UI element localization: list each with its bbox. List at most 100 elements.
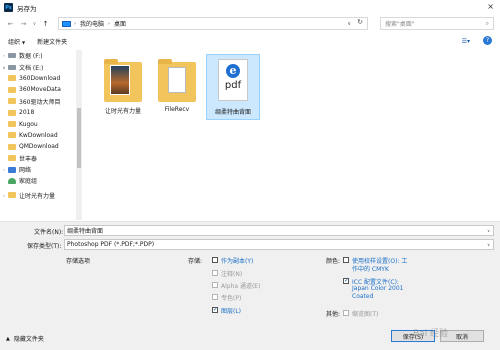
forward-arrow-icon[interactable]: → — [19, 20, 28, 28]
pdf-file-icon: e pdf — [214, 59, 252, 103]
expand-icon[interactable]: › — [0, 53, 8, 58]
close-icon[interactable]: × — [487, 2, 494, 11]
title-bar: Ps 另存为 × — [0, 0, 500, 15]
search-icon: ⌕ — [485, 19, 489, 27]
chevron-down-icon[interactable]: ∨ — [487, 242, 490, 247]
annotations-label: 注释(N) — [221, 271, 243, 278]
chevron-down-icon: ▼ — [22, 40, 26, 45]
expand-icon[interactable]: › — [0, 193, 8, 198]
sidebar-scrollbar[interactable] — [76, 50, 82, 220]
sidebar-item-label: 文档 (E:) — [19, 64, 44, 72]
refresh-icon[interactable]: ↻ — [357, 18, 363, 26]
save-options-heading: 存储选项 — [66, 258, 91, 265]
storage-label: 存储: — [188, 258, 203, 265]
sidebar-item-label: 360MoveData — [19, 86, 61, 94]
organize-menu[interactable]: 组织 ▼ — [8, 37, 25, 46]
scrollbar-thumb[interactable] — [77, 108, 81, 168]
address-dropdown-icon[interactable]: ∨ — [347, 21, 351, 27]
icc-profile-checkbox[interactable] — [343, 277, 349, 284]
sidebar-item-folder[interactable]: KwDownload — [0, 130, 75, 141]
use-proof-setup-checkbox[interactable] — [343, 257, 349, 263]
folder-icon — [8, 143, 16, 150]
filename-input[interactable]: 绸柔特曲背面 ∨ — [64, 225, 494, 236]
search-input[interactable]: 搜索"桌面" ⌕ — [380, 17, 494, 30]
filetype-value: Photoshop PDF (*.PDF;*.PDP) — [67, 241, 155, 248]
thumbnail-label: 缩览图(T) — [352, 311, 379, 318]
navigation-bar: ← → ∨ ↑ › 我的电脑 › 桌面 ∨ ↻ 搜索"桌面" ⌕ — [0, 15, 500, 33]
photoshop-app-icon: Ps — [4, 3, 13, 12]
drive-icon — [8, 53, 16, 59]
other-label: 其他: — [326, 311, 341, 318]
sidebar-item-folder[interactable]: › 让时光有力量 — [0, 190, 75, 201]
sidebar-item-homegroup[interactable]: 家庭组 — [0, 175, 75, 186]
folder-icon — [8, 132, 16, 139]
folder-icon — [158, 58, 196, 102]
sidebar-item-label: 2018 — [19, 109, 35, 117]
folder-icon — [8, 86, 16, 93]
sidebar-item-folder[interactable]: 世丰泰 — [0, 153, 75, 164]
icc-profile-name-line2: Coated — [352, 293, 374, 300]
view-options-icon[interactable]: ☰▾ — [462, 38, 470, 45]
thumbnail-checkbox — [343, 310, 349, 316]
filetype-label: 保存类型(T): — [27, 243, 62, 250]
breadcrumb-my-computer[interactable]: 我的电脑 — [80, 19, 104, 28]
new-folder-button[interactable]: 新建文件夹 — [37, 37, 67, 46]
filetype-select[interactable]: Photoshop PDF (*.PDF;*.PDP) ∨ — [64, 239, 494, 250]
collapse-icon[interactable]: ∨ — [0, 65, 8, 70]
sidebar-item-label: KwDownload — [19, 131, 58, 139]
file-item-folder[interactable]: 让时光有力量 — [96, 54, 150, 120]
file-label: FileRecv — [164, 106, 190, 113]
address-bar[interactable]: › 我的电脑 › 桌面 ∨ ↻ — [58, 17, 368, 30]
breadcrumb-separator: › — [74, 20, 76, 27]
folder-icon — [8, 121, 16, 128]
help-icon[interactable]: ? — [483, 36, 492, 45]
use-proof-setup-label-line2: 作中的 CMYK — [352, 266, 389, 273]
drive-icon — [8, 64, 16, 70]
color-label: 颜色: — [326, 258, 341, 265]
breadcrumb-desktop[interactable]: 桌面 — [114, 19, 126, 28]
chevron-down-icon[interactable]: ∨ — [487, 228, 490, 233]
sidebar-item-folder[interactable]: 360Download — [0, 73, 75, 84]
hide-folders-label: 隐藏文件夹 — [13, 336, 44, 343]
sidebar-item-folder[interactable]: 2018 — [0, 107, 75, 118]
folder-icon — [8, 98, 16, 105]
organize-label: 组织 — [8, 39, 21, 46]
sidebar-item-label: 家庭组 — [19, 178, 38, 186]
sidebar-item-label: QMDownload — [19, 143, 59, 151]
alpha-channels-checkbox — [212, 282, 218, 288]
baidu-watermark: Bai 经验 — [413, 329, 449, 339]
sidebar-item-folder[interactable]: QMDownload — [0, 141, 75, 152]
sidebar-item-folder[interactable]: 360驱动大师目 — [0, 96, 75, 107]
file-item-folder[interactable]: FileRecv — [150, 54, 204, 120]
expand-icon[interactable]: › — [0, 167, 8, 172]
annotations-checkbox — [212, 270, 218, 276]
spot-colors-checkbox — [212, 294, 218, 300]
folder-icon — [8, 75, 16, 82]
sidebar-item-drive-f[interactable]: › 数据 (F:) — [0, 50, 75, 61]
sidebar-item-network[interactable]: › 网络 — [0, 164, 75, 175]
layers-label[interactable]: 图层(L) — [221, 306, 241, 315]
computer-icon — [62, 20, 71, 27]
filename-label: 文件名(N): — [34, 229, 64, 236]
as-copy-checkbox[interactable] — [212, 257, 218, 263]
homegroup-icon — [8, 177, 16, 184]
as-copy-label[interactable]: 作为副本(Y) — [221, 256, 253, 265]
file-item-pdf[interactable]: e pdf 绸柔特曲背面 — [206, 54, 260, 120]
sidebar-item-label: Kugou — [19, 120, 38, 128]
pdf-thumbnail-text: pdf — [224, 80, 242, 91]
file-label: 让时光有力量 — [104, 108, 141, 115]
hide-folders-toggle[interactable]: ▲ 隐藏文件夹 — [6, 334, 44, 344]
sidebar-item-folder[interactable]: 360MoveData — [0, 84, 75, 95]
back-arrow-icon[interactable]: ← — [6, 20, 15, 28]
layers-checkbox[interactable] — [212, 306, 218, 313]
recent-locations-chevron-icon[interactable]: ∨ — [30, 21, 39, 27]
window-title: 另存为 — [17, 4, 37, 13]
sidebar-item-folder[interactable]: Kugou — [0, 118, 75, 129]
up-arrow-icon[interactable]: ↑ — [41, 20, 50, 28]
edge-icon: e — [226, 64, 240, 78]
search-placeholder: 搜索"桌面" — [385, 21, 415, 28]
sidebar-item-label: 网络 — [19, 167, 32, 175]
sidebar-item-drive-e[interactable]: ∨ 文档 (E:) — [0, 61, 75, 72]
folder-icon — [8, 155, 16, 162]
chevron-up-icon: ▲ — [6, 335, 10, 342]
